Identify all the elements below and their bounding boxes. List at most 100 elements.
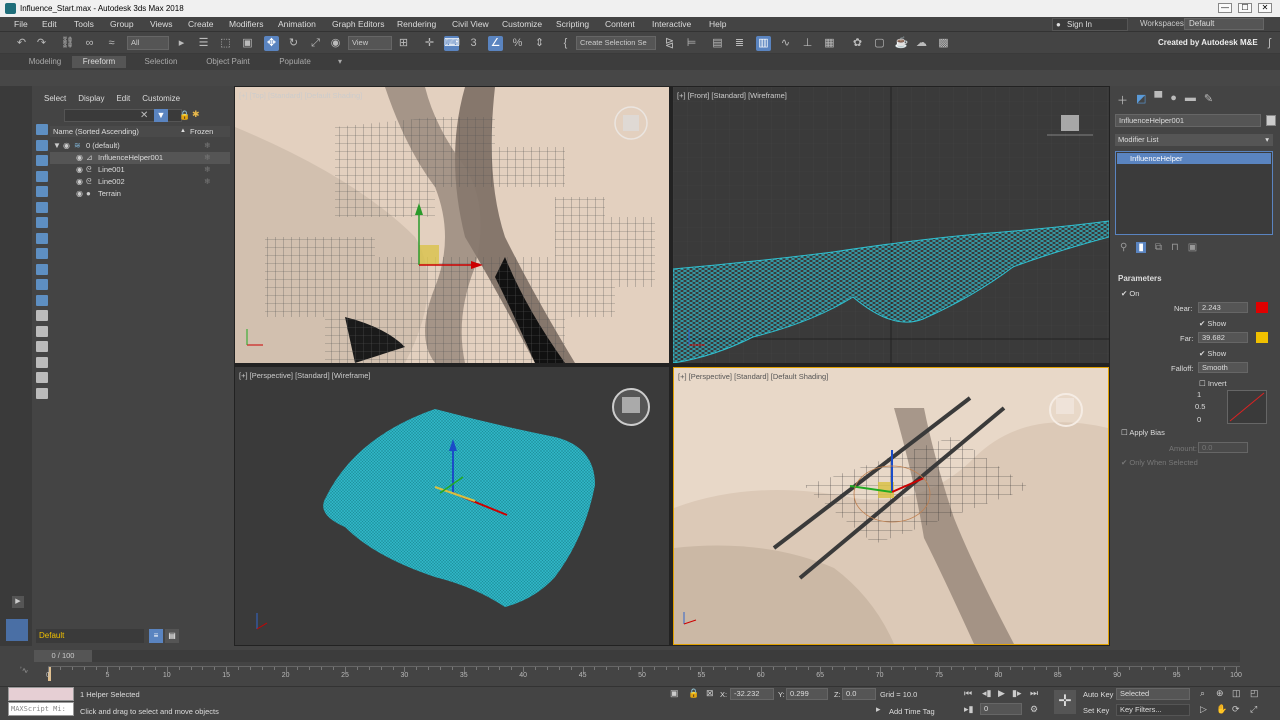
- selection-lock-icon[interactable]: 🔒: [688, 688, 699, 699]
- on-checkbox[interactable]: ✔ On: [1121, 289, 1139, 298]
- display-all-icon[interactable]: [36, 310, 48, 321]
- zoom-icon[interactable]: ⌕: [1200, 688, 1205, 699]
- time-tag-icon[interactable]: ▸: [876, 704, 881, 715]
- clear-search-icon[interactable]: ✕: [140, 110, 148, 121]
- maxscript-mini-listener[interactable]: MAXScript Mi:: [8, 702, 74, 716]
- column-frozen[interactable]: Frozen: [190, 126, 213, 137]
- menu-modifiers[interactable]: Modifiers: [229, 19, 263, 29]
- ribbon-options-icon[interactable]: ▾: [332, 56, 348, 68]
- freeze-icon[interactable]: ❄: [204, 152, 211, 164]
- menu-interactive[interactable]: Interactive: [652, 19, 691, 29]
- configure-sets-icon[interactable]: ▣: [1188, 242, 1197, 253]
- options-icon[interactable]: ✱: [192, 109, 200, 120]
- explorer-column-header[interactable]: Name (Sorted Ascending) ▲ Frozen: [50, 126, 230, 137]
- sign-in-button[interactable]: ● Sign In: [1052, 18, 1128, 31]
- viewport-perspective-wireframe[interactable]: [+] [Perspective] [Standard] [Wireframe]: [235, 367, 669, 645]
- spinner-snap-icon[interactable]: ⇕: [532, 36, 547, 51]
- display-shapes-icon[interactable]: [36, 139, 48, 151]
- menu-edit[interactable]: Edit: [42, 19, 57, 29]
- selection-filter-dropdown[interactable]: All: [127, 36, 169, 50]
- edit-named-sets-icon[interactable]: {: [558, 36, 573, 51]
- viewport-perspective-shaded[interactable]: [+] [Perspective] [Standard] [Default Sh…: [673, 367, 1109, 645]
- time-slider-thumb[interactable]: 0 / 100: [34, 650, 92, 662]
- far-show-checkbox[interactable]: ✔ Show: [1199, 349, 1226, 358]
- maximize-viewport-icon[interactable]: ⤢: [1250, 704, 1257, 715]
- window-crossing-icon[interactable]: ▣: [240, 36, 255, 51]
- column-name[interactable]: Name (Sorted Ascending): [53, 127, 139, 136]
- toggle-ribbon-icon[interactable]: ▥: [756, 36, 771, 51]
- rendered-frame-icon[interactable]: ▢: [872, 36, 887, 51]
- tree-row-terrain[interactable]: ◉ ● Terrain: [50, 188, 230, 200]
- orbit-icon[interactable]: ⟳: [1232, 704, 1240, 715]
- only-when-selected-checkbox[interactable]: ✔ Only When Selected: [1121, 458, 1198, 467]
- eye-icon[interactable]: ◉: [76, 164, 83, 176]
- align-icon[interactable]: ⊨: [684, 36, 699, 51]
- tab-populate[interactable]: Populate: [268, 56, 322, 68]
- workspaces-dropdown[interactable]: Default: [1184, 18, 1264, 30]
- near-color-swatch[interactable]: [1256, 302, 1268, 313]
- make-unique-icon[interactable]: ⧉: [1155, 242, 1162, 253]
- x-coordinate-field[interactable]: -32.232: [730, 688, 774, 700]
- display-bones-icon[interactable]: [36, 248, 48, 259]
- display-geometry-icon[interactable]: [36, 124, 48, 135]
- viewport-label-perspective-shaded[interactable]: [+] [Perspective] [Standard] [Default Sh…: [678, 372, 828, 381]
- keyboard-shortcut-icon[interactable]: ⌨: [444, 36, 460, 51]
- curve-editor-toggle-icon[interactable]: ʼ∿: [20, 666, 28, 675]
- minimize-button[interactable]: —: [1218, 3, 1232, 13]
- display-helpers-icon[interactable]: [36, 186, 48, 197]
- display-xrefs-icon[interactable]: [36, 232, 48, 244]
- pin-stack-icon[interactable]: ⚲: [1120, 242, 1127, 253]
- undo-icon[interactable]: ↶: [14, 36, 29, 51]
- eye-icon[interactable]: ◉: [76, 188, 83, 200]
- link-icon[interactable]: ⛓: [60, 36, 75, 51]
- viewport-label-front[interactable]: [+] [Front] [Standard] [Wireframe]: [677, 91, 787, 100]
- tree-row-influencehelper[interactable]: ◉ ⊿ InfluenceHelper001 ❄: [50, 152, 230, 164]
- apply-bias-checkbox[interactable]: ☐ Apply Bias: [1121, 428, 1165, 437]
- auto-key-button[interactable]: Auto Key: [1083, 690, 1113, 699]
- far-spinner[interactable]: 39.682: [1198, 332, 1248, 343]
- key-mode-dropdown[interactable]: Selected: [1116, 688, 1190, 700]
- display-cameras-icon[interactable]: [36, 170, 48, 182]
- select-object-icon[interactable]: ▸: [174, 36, 189, 51]
- rect-selection-icon[interactable]: ⬚: [218, 36, 233, 51]
- explorer-menu-customize[interactable]: Customize: [142, 94, 180, 103]
- bind-spacewarp-icon[interactable]: ≈: [104, 36, 119, 51]
- material-editor-icon[interactable]: ▦: [822, 36, 837, 51]
- angle-snap-icon[interactable]: ∠: [488, 36, 503, 51]
- modifier-list-dropdown[interactable]: Modifier List ▾: [1115, 134, 1273, 146]
- display-tab-icon[interactable]: ▬: [1185, 92, 1196, 108]
- display-lights-icon[interactable]: [36, 155, 48, 166]
- eye-icon[interactable]: ◉: [76, 176, 83, 188]
- far-color-swatch[interactable]: [1256, 332, 1268, 343]
- show-end-result-icon[interactable]: ▮: [1136, 242, 1146, 253]
- display-invert-icon[interactable]: [36, 341, 48, 352]
- viewport-front[interactable]: [+] [Front] [Standard] [Wireframe]: [673, 87, 1109, 363]
- scene-explorer-icon[interactable]: ▤: [710, 36, 725, 51]
- falloff-dropdown[interactable]: Smooth: [1198, 362, 1248, 373]
- go-to-start-icon[interactable]: ⏮: [964, 688, 972, 699]
- menu-content[interactable]: Content: [605, 19, 635, 29]
- expand-arrow-icon[interactable]: ▼: [53, 140, 61, 152]
- tab-object-paint[interactable]: Object Paint: [198, 56, 258, 68]
- help-icon[interactable]: ʃ: [1262, 36, 1277, 51]
- time-config-icon[interactable]: ⚙: [1030, 704, 1038, 715]
- go-to-end-icon[interactable]: ⏭: [1030, 688, 1038, 699]
- redo-icon[interactable]: ↷: [34, 36, 49, 51]
- menu-animation[interactable]: Animation: [278, 19, 316, 29]
- maxscript-listener-top[interactable]: [8, 687, 74, 701]
- falloff-curve-graph[interactable]: [1227, 390, 1267, 424]
- menu-help[interactable]: Help: [709, 19, 726, 29]
- display-none-icon[interactable]: [36, 325, 48, 337]
- set-key-icon[interactable]: ✛: [1054, 690, 1076, 714]
- menu-rendering[interactable]: Rendering: [397, 19, 436, 29]
- remove-modifier-icon[interactable]: ⊓: [1171, 242, 1179, 253]
- tab-selection[interactable]: Selection: [134, 56, 188, 68]
- near-show-checkbox[interactable]: ✔ Show: [1199, 319, 1226, 328]
- maximize-button[interactable]: ☐: [1238, 3, 1252, 13]
- layer-explorer-icon[interactable]: ≣: [732, 36, 747, 51]
- freeze-icon[interactable]: ❄: [204, 164, 211, 176]
- menu-create[interactable]: Create: [188, 19, 214, 29]
- filter-funnel-icon[interactable]: [36, 372, 48, 383]
- layer-explorer-button[interactable]: ≡: [149, 629, 163, 643]
- filter-icon[interactable]: ▼: [154, 109, 168, 122]
